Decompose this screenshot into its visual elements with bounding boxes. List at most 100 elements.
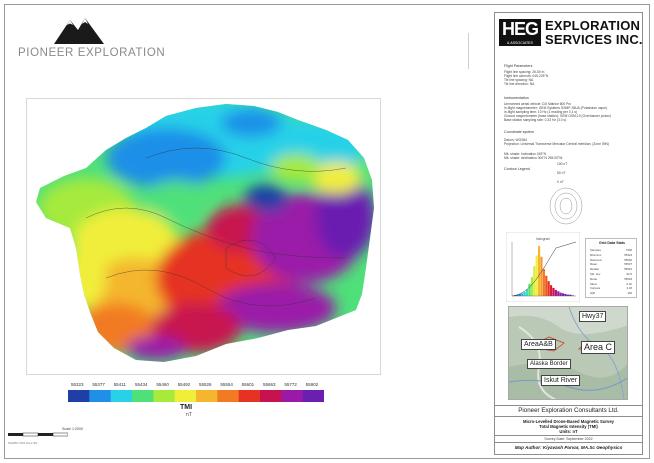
instrumentation-heading: Instrumentation	[504, 96, 529, 100]
inset-label-iskut-river: Iskut River	[541, 375, 581, 386]
histogram-bar	[550, 285, 553, 296]
stats-key: Kurtosis	[590, 286, 601, 291]
footer-rule-2	[494, 416, 643, 417]
stats-key: Std. dev.	[590, 272, 601, 276]
histogram-bar	[564, 293, 567, 296]
legend-value: 55772	[284, 382, 297, 387]
north-arrow-line	[468, 33, 469, 69]
survey-date: Survey Date: September 2022	[544, 437, 593, 441]
legend-swatch	[68, 390, 90, 402]
contour-legend-heading: Contour Legend	[504, 167, 530, 171]
stats-key: Maximum	[590, 257, 603, 262]
legend-swatch	[260, 390, 282, 402]
histogram-bar	[545, 275, 548, 296]
location-inset-map: Hwy37 AreaA&B Area C Alaska Border Iskut…	[508, 306, 628, 400]
stats-value: 55902	[624, 257, 632, 262]
footer-rule-3	[494, 435, 643, 436]
legend-value: 55526	[199, 382, 212, 387]
histogram-bar	[569, 294, 572, 296]
stats-key: Skew	[590, 281, 597, 286]
histogram-bar	[535, 255, 538, 296]
legend-value: 55902	[305, 382, 319, 387]
map-author: Map Author: Kiyavash Parvar, MA.Sc Geoph…	[514, 445, 623, 450]
legend-swatch	[281, 390, 303, 402]
legend-value: 55434	[135, 382, 148, 387]
legend-value: 55663	[263, 382, 276, 387]
stats-value: 118	[627, 291, 632, 296]
heg-logo-sub: & ASSOCIATES	[499, 41, 541, 46]
stats-value: 3.18	[626, 286, 632, 291]
grid-stats-title: Grid Data Stats	[599, 241, 625, 245]
contour-0: 0 nT	[557, 180, 564, 184]
coord-heading: Coordinate system	[504, 130, 534, 134]
legend-value: 55492	[177, 382, 191, 387]
histogram-bar	[526, 289, 529, 296]
footer-company: Pioneer Exploration Consultants Ltd.	[518, 407, 619, 414]
legend-swatch	[196, 390, 218, 402]
stats-key: Samples	[590, 248, 601, 252]
histogram-bar	[559, 292, 562, 296]
legend-unit: nT	[186, 412, 192, 418]
legend-value: 55460	[156, 382, 169, 387]
legend-swatch	[174, 390, 197, 402]
inset-label-area-c: Area C	[581, 341, 616, 354]
inset-label-alaska-border: Alaska Border	[527, 359, 571, 369]
legend-swatch	[89, 390, 111, 402]
tmi-legend-values: 55323 55377 55411 55434 55460 55492 55526 55554…	[68, 382, 324, 390]
contour-100: 100 nT	[557, 162, 568, 166]
histogram-bar	[547, 281, 550, 296]
tmi-histogram: histogram	[506, 232, 580, 302]
stats-value: 55504	[624, 276, 632, 281]
histogram-bar	[566, 294, 569, 296]
legend-title: TMI	[180, 404, 193, 411]
histogram-bar	[538, 246, 541, 296]
brand-line-1: EXPLORATION	[545, 18, 641, 33]
stats-value: 0.42	[626, 281, 632, 286]
inset-label-area-ab: AreaA&B	[521, 339, 556, 350]
grid-stats-table: Grid Data Stats Samples 7048 Minimum 55323 M…	[585, 238, 637, 298]
legend-swatch	[110, 390, 133, 402]
brand-line-2: SERVICES INC.	[545, 32, 643, 47]
histogram-bar	[528, 283, 531, 296]
histogram-bar	[540, 256, 543, 296]
legend-swatch	[132, 390, 154, 402]
legend-swatch	[302, 390, 324, 402]
footer-rule-4	[494, 442, 643, 443]
legend-value: 55411	[113, 382, 126, 387]
heg-logo: HEG	[499, 19, 541, 43]
stats-value: 55323	[624, 252, 632, 257]
histogram-bar	[552, 287, 555, 296]
stats-value: 55537	[624, 262, 632, 267]
legend-value: 55323	[71, 382, 84, 387]
tmi-map	[36, 104, 374, 362]
stats-value: 7048	[625, 248, 632, 252]
legend-value: 55554	[220, 382, 233, 387]
stats-key: Mode	[590, 276, 597, 281]
coord-2: Projection: Universal Transverse Mercato…	[504, 142, 609, 146]
stats-key: IQR	[590, 291, 595, 296]
survey-title-3: Units: nT	[559, 429, 578, 434]
legend-swatch	[217, 390, 239, 402]
scale-bar	[8, 432, 68, 437]
legend-value: 55601	[241, 382, 255, 387]
histogram-bar	[521, 293, 524, 296]
histogram-bar	[523, 291, 526, 296]
histogram-bar	[554, 289, 557, 296]
histogram-bar	[530, 277, 533, 296]
company-name: PIONEER EXPLORATION	[18, 47, 166, 59]
scale-note: NAD83 UTM Zone 9N	[8, 441, 38, 445]
legend-swatch	[238, 390, 261, 402]
stats-key: Mean	[590, 262, 597, 267]
stats-value: 55522	[624, 267, 632, 272]
scale-label: Scale 1:2000	[62, 427, 83, 431]
inset-label-hwy37: Hwy37	[579, 311, 607, 322]
stats-value: 92.5	[626, 272, 632, 276]
histogram-label: histogram	[536, 237, 550, 241]
histogram-bar	[557, 291, 560, 296]
histogram-bar	[562, 293, 565, 296]
stats-key: Minimum	[590, 252, 602, 257]
footer-rule-1	[494, 405, 643, 406]
stats-key: Median	[590, 267, 600, 272]
legend-swatch	[153, 390, 175, 402]
contour-legend-graphic	[549, 187, 583, 225]
